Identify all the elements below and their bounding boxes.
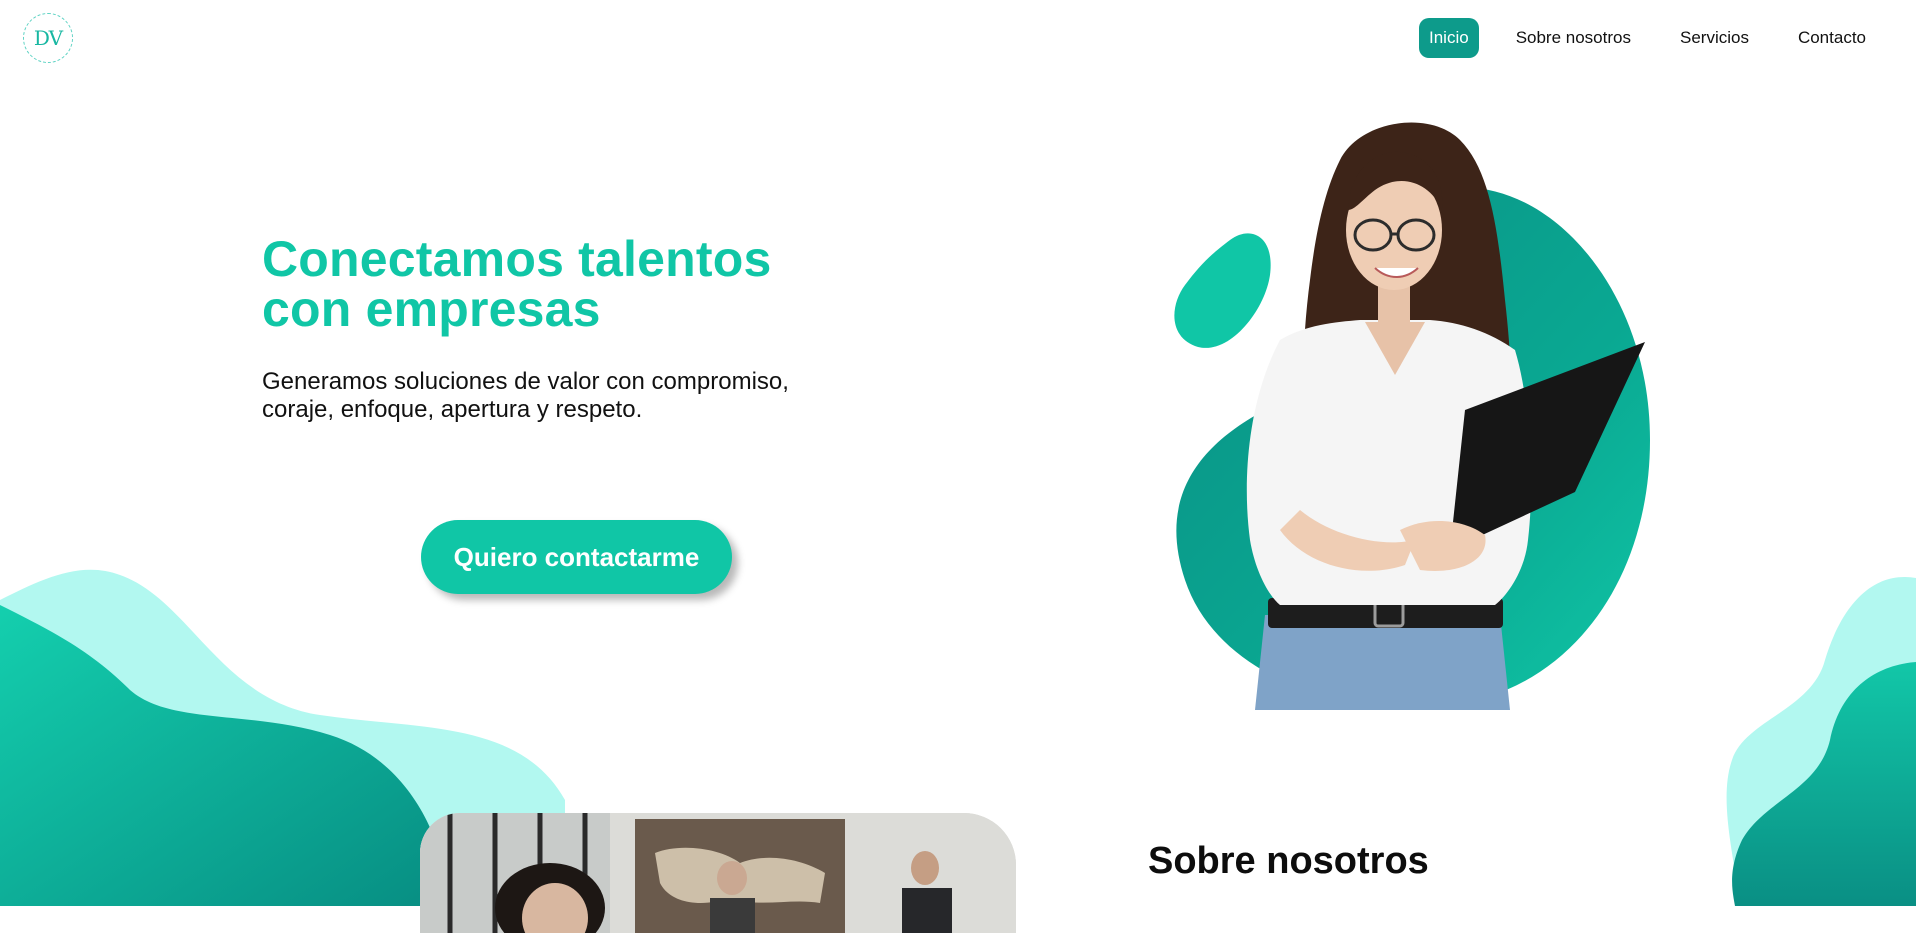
hero-title-line-1: Conectamos talentos (262, 231, 772, 287)
hero-image (1174, 122, 1650, 710)
nav-link-contacto[interactable]: Contacto (1786, 18, 1878, 58)
nav-link-servicios[interactable]: Servicios (1668, 18, 1761, 58)
brand-logo[interactable]: DV (23, 13, 73, 63)
logo-text: DV (33, 26, 63, 50)
hero-title: Conectamos talentos con empresas (262, 234, 882, 334)
main-nav: Inicio Sobre nosotros Servicios Contacto (1419, 16, 1878, 60)
office-photo (420, 813, 1016, 933)
nav-link-sobre-nosotros[interactable]: Sobre nosotros (1504, 18, 1643, 58)
about-photo (420, 813, 1016, 933)
hero-subtitle: Generamos soluciones de valor con compro… (262, 368, 789, 423)
about-section-title: Sobre nosotros (1148, 840, 1429, 882)
nav-link-inicio[interactable]: Inicio (1419, 18, 1479, 58)
contact-cta-button[interactable]: Quiero contactarme (421, 520, 732, 594)
hero-title-line-2: con empresas (262, 281, 601, 337)
